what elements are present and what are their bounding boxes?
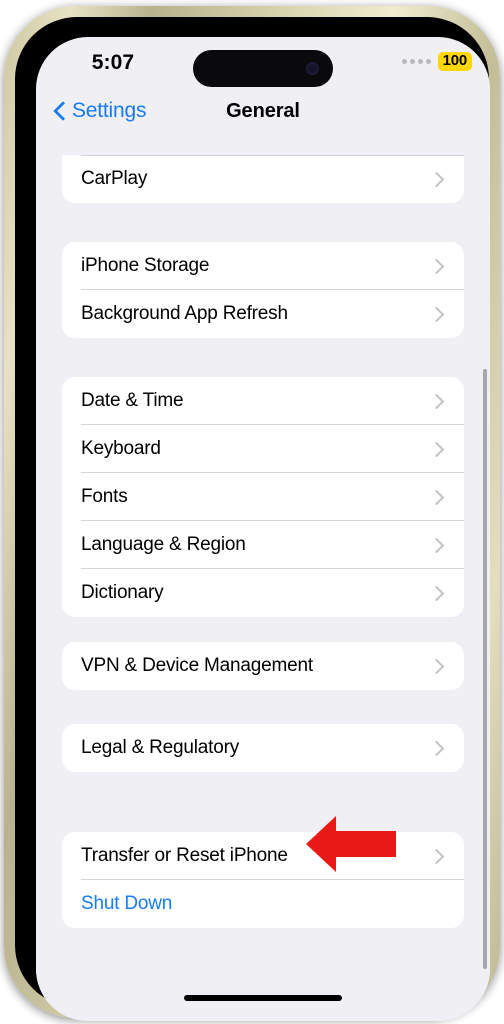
battery-status-badge: 100 [437, 52, 472, 71]
settings-group: VPN & Device Management [62, 642, 464, 690]
list-item-label: iPhone Storage [81, 255, 210, 276]
list-item[interactable]: Dictionary [62, 569, 464, 617]
phone-bezel: 5:07 100 Settings General CarPlay iPhone… [15, 17, 490, 1021]
row-divider [81, 155, 464, 156]
list-item-label: Language & Region [81, 534, 246, 555]
chevron-right-icon [428, 258, 445, 275]
chevron-right-icon [428, 585, 445, 602]
list-item[interactable]: Shut Down [62, 880, 464, 928]
phone-frame: 5:07 100 Settings General CarPlay iPhone… [4, 6, 500, 1021]
list-item[interactable]: iPhone Storage [62, 242, 464, 290]
list-item-label: Background App Refresh [81, 303, 288, 324]
list-item-label: Shut Down [81, 893, 173, 914]
settings-group: Date & Time Keyboard Fonts Language & Regio… [62, 377, 464, 617]
list-item-label: VPN & Device Management [81, 655, 313, 676]
list-item[interactable]: VPN & Device Management [62, 642, 464, 690]
list-item[interactable]: Legal & Regulatory [62, 724, 464, 772]
home-indicator [184, 995, 342, 1001]
status-time: 5:07 [91, 51, 135, 74]
list-item[interactable]: Keyboard [62, 425, 464, 473]
chevron-right-icon [428, 740, 445, 757]
status-right-cluster: 100 [401, 52, 472, 71]
list-item-label: Fonts [81, 486, 128, 507]
settings-list[interactable]: CarPlay iPhone Storage Background App Refr… [36, 137, 490, 1021]
chevron-right-icon [428, 489, 445, 506]
status-bar: 5:07 100 [36, 37, 490, 93]
list-item-label: Dictionary [81, 582, 164, 603]
settings-group: iPhone Storage Background App Refresh [62, 242, 464, 338]
navigation-bar: Settings General [36, 93, 490, 137]
chevron-right-icon [428, 171, 445, 188]
list-item[interactable]: Background App Refresh [62, 290, 464, 338]
chevron-right-icon [428, 306, 445, 323]
settings-group: Legal & Regulatory [62, 724, 464, 772]
settings-group: Transfer or Reset iPhone Shut Down [62, 832, 464, 928]
chevron-right-icon [428, 537, 445, 554]
list-item[interactable]: Fonts [62, 473, 464, 521]
scroll-indicator[interactable] [483, 369, 487, 969]
chevron-right-icon [428, 848, 445, 865]
chevron-right-icon [428, 658, 445, 675]
chevron-right-icon [428, 393, 445, 410]
list-item[interactable]: Transfer or Reset iPhone [62, 832, 464, 880]
chevron-right-icon [428, 441, 445, 458]
list-item[interactable]: CarPlay [62, 155, 464, 203]
page-title: General [226, 100, 300, 122]
phone-screen: 5:07 100 Settings General CarPlay iPhone… [36, 37, 490, 1021]
list-item-label: Legal & Regulatory [81, 737, 240, 758]
list-item[interactable]: Date & Time [62, 377, 464, 425]
list-item-label: CarPlay [81, 168, 148, 189]
list-item-label: Transfer or Reset iPhone [81, 845, 288, 866]
signal-strength-dots-icon [401, 59, 431, 64]
list-item-label: Keyboard [81, 438, 161, 459]
list-item-label: Date & Time [81, 390, 184, 411]
list-item[interactable]: Language & Region [62, 521, 464, 569]
settings-group: CarPlay [62, 155, 464, 203]
